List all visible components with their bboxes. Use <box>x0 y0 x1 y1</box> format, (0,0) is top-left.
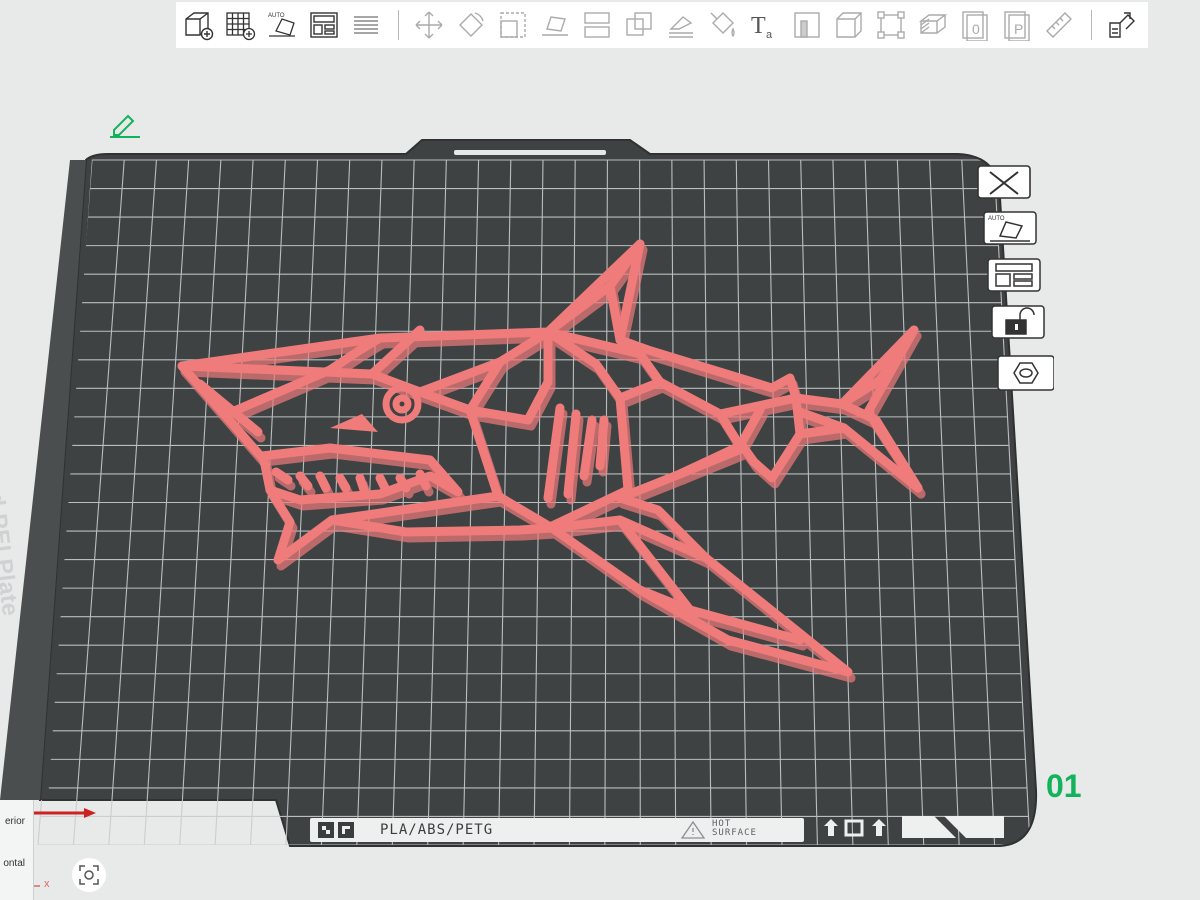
material-label: PLA/ABS/PETG <box>380 822 494 838</box>
view-label-bottom[interactable]: ontal <box>3 858 25 869</box>
edit-plate-name-icon[interactable] <box>108 112 142 138</box>
fit-view-icon <box>79 865 99 885</box>
svg-text:AUTO: AUTO <box>988 216 1005 222</box>
plate-orientation-icons <box>824 819 886 837</box>
x-axis-label: x <box>44 878 50 890</box>
hot-surface-label: HOT SURFACE <box>712 820 757 838</box>
plate-corner-marks <box>902 816 1004 838</box>
arrange-plate-button[interactable] <box>986 255 1044 295</box>
plate-info-strip: PLA/ABS/PETG HOT SURFACE <box>310 818 804 842</box>
plate-settings-button[interactable] <box>996 352 1054 392</box>
plate-logo-icon <box>318 822 354 838</box>
warning-icon <box>680 820 706 839</box>
surface-label: SURFACE <box>712 828 757 838</box>
lock-plate-button[interactable] <box>990 302 1048 342</box>
plate-handle <box>454 150 606 155</box>
fit-view-button[interactable] <box>72 858 106 892</box>
plate-number: 01 <box>1046 768 1082 804</box>
auto-orient-plate-button[interactable]: AUTO <box>982 208 1040 248</box>
view-orientation-panel: erior ontal <box>0 800 34 900</box>
view-label-top[interactable]: erior <box>5 816 25 827</box>
delete-plate-button[interactable] <box>976 162 1034 202</box>
build-plate-viewport[interactable] <box>0 0 1200 900</box>
